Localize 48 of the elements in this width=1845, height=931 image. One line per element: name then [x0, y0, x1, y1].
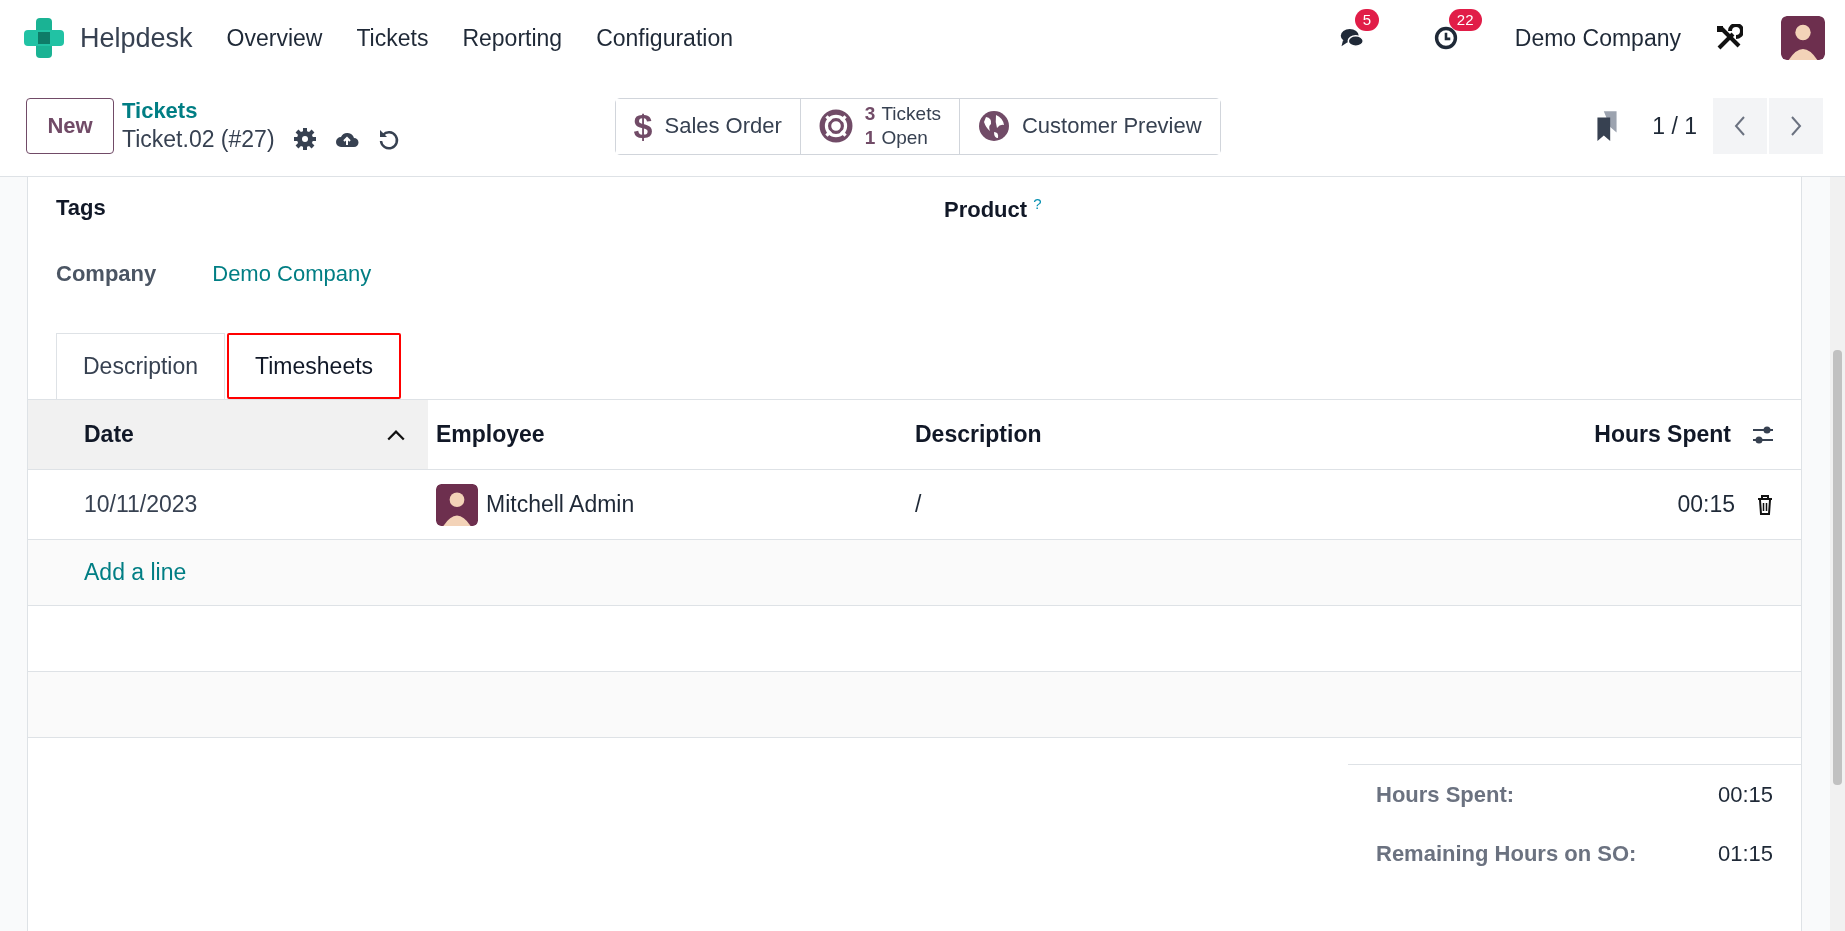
app-name[interactable]: Helpdesk [80, 22, 193, 54]
lifebuoy-icon [818, 109, 853, 143]
total-value: 00:15 [1717, 781, 1773, 808]
chat-icon[interactable] [1339, 26, 1364, 50]
employee-name: Mitchell Admin [486, 491, 635, 518]
record-title: Ticket.02 (#27) [122, 125, 275, 154]
clock-icon[interactable] [1433, 26, 1458, 50]
dollar-icon: $ [633, 106, 653, 146]
menu-item[interactable]: Reporting [462, 24, 563, 52]
new-button[interactable]: New [26, 98, 114, 154]
field-label: Company [56, 261, 157, 287]
stat-line: 3 Tickets [864, 102, 941, 126]
description-cell: / [907, 469, 1260, 540]
column-header[interactable]: Employee [428, 399, 907, 470]
company-link[interactable]: Demo Company [212, 261, 372, 287]
menu-item[interactable]: Overview [226, 24, 323, 52]
column-header[interactable]: Date [28, 399, 428, 470]
scrollbar[interactable] [1830, 177, 1845, 931]
delete-icon[interactable] [1755, 493, 1775, 516]
column-header[interactable]: Hours Spent [1259, 399, 1801, 470]
smart-button[interactable]: $ Sales Order [615, 98, 801, 154]
field-label: Product [944, 197, 1028, 223]
app-logo[interactable] [24, 18, 64, 58]
total-label: Hours Spent: [1376, 781, 1515, 808]
stat-line: 1 Open [864, 126, 929, 150]
tab[interactable]: Description [56, 333, 226, 399]
add-line-link[interactable]: Add a line [28, 559, 187, 585]
pager-value[interactable]: 1 / 1 [1652, 112, 1697, 140]
date-cell: 10/11/2023 [28, 469, 428, 540]
tab[interactable]: Timesheets [227, 333, 402, 399]
breadcrumb-link[interactable]: Tickets [122, 98, 401, 124]
column-header[interactable]: Description [907, 399, 1260, 470]
activity-count-badge: 22 [1448, 9, 1482, 31]
employee-avatar [436, 483, 478, 526]
hours-cell: 00:15 [1677, 491, 1735, 518]
total-label: Remaining Hours on SO: [1376, 840, 1637, 867]
settings-icon[interactable] [292, 127, 317, 151]
user-avatar[interactable] [1781, 16, 1825, 60]
company-switcher[interactable]: Demo Company [1514, 24, 1681, 52]
tools-icon[interactable] [1715, 24, 1743, 52]
menu-item[interactable]: Configuration [596, 24, 733, 52]
help-tooltip[interactable]: ? [1033, 195, 1042, 212]
field-label: Tags [56, 195, 106, 220]
globe-icon [977, 110, 1010, 142]
total-value: 01:15 [1717, 840, 1773, 867]
message-count-badge: 5 [1354, 9, 1380, 31]
menu-item[interactable]: Tickets [356, 24, 429, 52]
scrollbar-thumb[interactable] [1833, 350, 1842, 785]
